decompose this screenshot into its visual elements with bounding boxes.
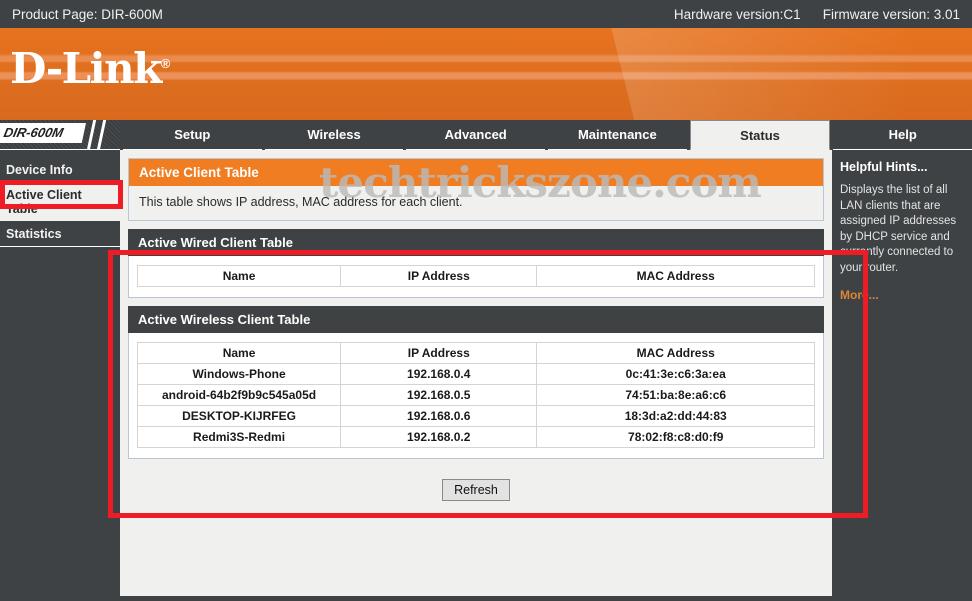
client-mac: 74:51:ba:8e:a6:c6 (537, 385, 815, 406)
wired-table-wrap: Name IP Address MAC Address (128, 256, 824, 298)
sidebar-item-device-info[interactable]: Device Info (0, 158, 120, 183)
product-bar: Product Page: DIR-600M Hardware version:… (0, 0, 972, 28)
client-name: android-64b2f9b9c545a05d (138, 385, 341, 406)
dlink-logo-text: D-Link (10, 44, 161, 93)
action-row: Refresh (128, 459, 824, 515)
client-mac: 18:3d:a2:dd:44:83 (537, 406, 815, 427)
product-page-label: Product Page: DIR-600M (12, 7, 163, 22)
helpful-hints-panel: Helpful Hints... Displays the list of al… (832, 150, 972, 596)
tab-wireless[interactable]: Wireless (265, 120, 404, 150)
version-info: Hardware version:C1 Firmware version: 3.… (674, 7, 960, 22)
model-tab: DIR-600M (0, 120, 120, 150)
client-ip: 192.168.0.6 (341, 406, 537, 427)
sidebar: Device Info Active Client Table Statisti… (0, 150, 120, 596)
column-header-name: Name (138, 266, 341, 287)
table-row: DESKTOP-KIJRFEG192.168.0.618:3d:a2:dd:44… (138, 406, 815, 427)
wireless-section-header: Active Wireless Client Table (128, 306, 824, 333)
table-row: Redmi3S-Redmi192.168.0.278:02:f8:c8:d0:f… (138, 427, 815, 448)
table-header-row: Name IP Address MAC Address (138, 343, 815, 364)
tab-status[interactable]: Status (690, 120, 831, 150)
brand-banner: D-Link® (0, 28, 972, 120)
dlink-logo: D-Link® (10, 48, 169, 90)
client-ip: 192.168.0.2 (341, 427, 537, 448)
wireless-table-wrap: Name IP Address MAC Address Windows-Phon… (128, 333, 824, 459)
client-ip: 192.168.0.5 (341, 385, 537, 406)
tab-help[interactable]: Help (833, 120, 972, 150)
wireless-client-table: Name IP Address MAC Address Windows-Phon… (137, 342, 815, 448)
column-header-mac: MAC Address (537, 343, 815, 364)
hints-text: Displays the list of all LAN clients tha… (840, 183, 962, 276)
model-tab-slash-icon (97, 120, 106, 150)
column-header-ip: IP Address (341, 343, 537, 364)
wired-section-header: Active Wired Client Table (128, 229, 824, 256)
sidebar-item-statistics[interactable]: Statistics (0, 222, 120, 247)
model-tab-slash-icon (87, 120, 96, 150)
tab-maintenance[interactable]: Maintenance (548, 120, 687, 150)
tab-advanced[interactable]: Advanced (406, 120, 545, 150)
firmware-version-label: Firmware version: 3.01 (823, 7, 960, 22)
table-header-row: Name IP Address MAC Address (138, 266, 815, 287)
hardware-version-label: Hardware version:C1 (674, 7, 801, 22)
client-mac: 78:02:f8:c8:d0:f9 (537, 427, 815, 448)
active-client-table-panel: Active Client Table This table shows IP … (128, 158, 824, 221)
wireless-table-body: Windows-Phone192.168.0.40c:41:3e:c6:3a:e… (138, 364, 815, 448)
registered-trademark-icon: ® (161, 56, 169, 71)
column-header-ip: IP Address (341, 266, 537, 287)
sidebar-item-active-client-table[interactable]: Active Client Table (0, 183, 120, 222)
refresh-button[interactable]: Refresh (442, 479, 510, 501)
panel-description: This table shows IP address, MAC address… (129, 186, 823, 220)
client-name: DESKTOP-KIJRFEG (138, 406, 341, 427)
table-row: Windows-Phone192.168.0.40c:41:3e:c6:3a:e… (138, 364, 815, 385)
client-mac: 0c:41:3e:c6:3a:ea (537, 364, 815, 385)
table-row: android-64b2f9b9c545a05d192.168.0.574:51… (138, 385, 815, 406)
column-header-name: Name (138, 343, 341, 364)
page-body: Device Info Active Client Table Statisti… (0, 150, 972, 596)
hints-more-link[interactable]: More... (840, 288, 962, 302)
main-navigation: DIR-600M Setup Wireless Advanced Mainten… (0, 120, 972, 150)
client-name: Windows-Phone (138, 364, 341, 385)
tab-setup[interactable]: Setup (123, 120, 262, 150)
client-name: Redmi3S-Redmi (138, 427, 341, 448)
column-header-mac: MAC Address (537, 266, 815, 287)
client-ip: 192.168.0.4 (341, 364, 537, 385)
wired-client-table: Name IP Address MAC Address (137, 265, 815, 287)
hints-title: Helpful Hints... (840, 160, 962, 174)
main-content: Active Client Table This table shows IP … (120, 150, 832, 596)
model-label: DIR-600M (0, 123, 86, 143)
panel-title: Active Client Table (129, 159, 823, 186)
